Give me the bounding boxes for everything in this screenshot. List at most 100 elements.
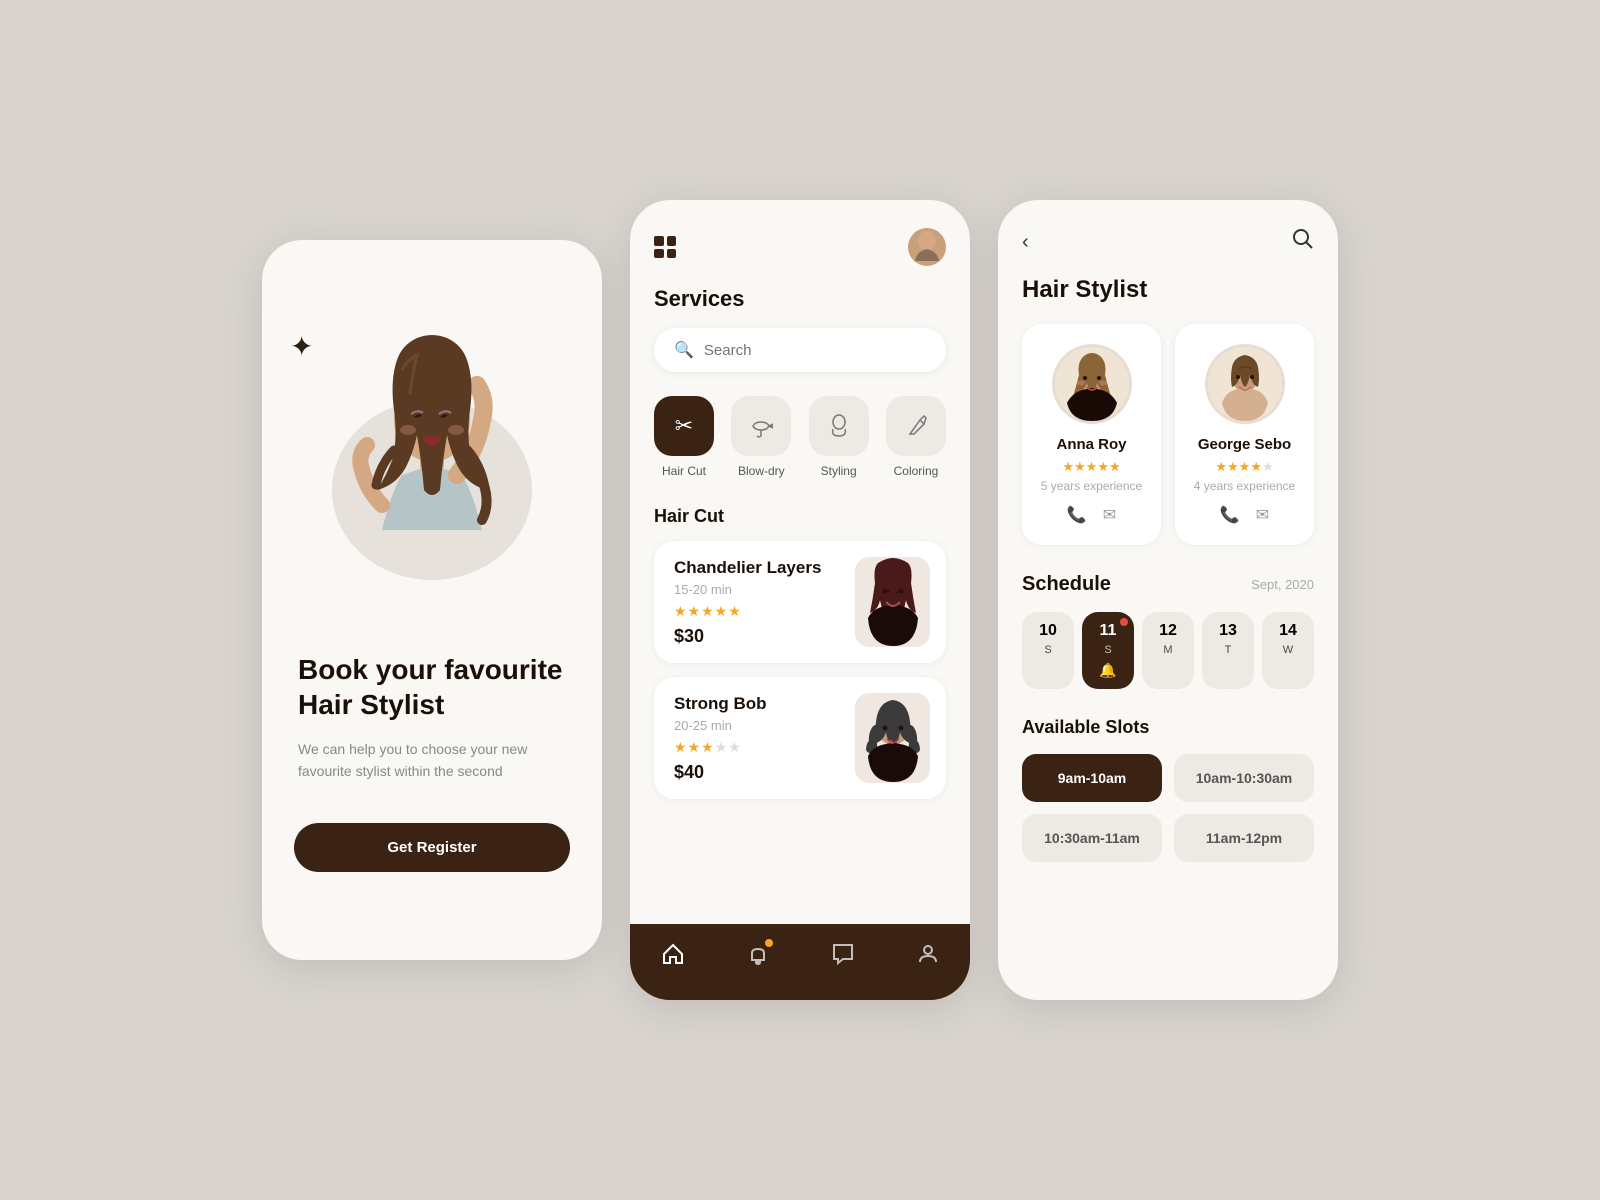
slots-grid: 9am-10am 10am-10:30am 10:30am-11am 11am-… [1022, 754, 1314, 862]
haircut-card-strongbob[interactable]: Strong Bob 20-25 min ★★★★★ $40 [654, 677, 946, 799]
date-num-14: 14 [1268, 622, 1308, 640]
date-num-10: 10 [1028, 622, 1068, 640]
date-day-12: M [1163, 644, 1172, 656]
stylist-name-anna: Anna Roy [1036, 436, 1147, 453]
strongbob-avatar-svg [858, 694, 928, 782]
date-day-10: S [1044, 644, 1051, 656]
screens-container: ✦ [262, 200, 1338, 1000]
date-10[interactable]: 10 S [1022, 612, 1074, 689]
stylist-cards-container: Anna Roy ★★★★★ 5 years experience 📞 ✉ [1022, 324, 1314, 545]
search-input[interactable] [704, 342, 926, 359]
haircut-avatar-chandelier [855, 557, 930, 647]
hair-stylist-title: Hair Stylist [1022, 276, 1314, 304]
stylist-contacts-anna: 📞 ✉ [1036, 505, 1147, 525]
stylist-exp-george: 4 years experience [1189, 479, 1300, 493]
category-styling[interactable]: Styling [809, 396, 869, 478]
coloring-svg-icon [902, 412, 930, 440]
screen3-header: ‹ [1022, 228, 1314, 256]
haircut-icon-box: ✂ [654, 396, 714, 456]
stylist-avatar-george [1205, 344, 1285, 424]
screen1-subtitle: We can help you to choose your new favou… [298, 738, 566, 783]
screen1-title: Book your favourite Hair Stylist [298, 652, 566, 722]
phone-icon[interactable]: 📞 [1067, 505, 1087, 525]
stylist-card-george[interactable]: George Sebo ★★★★★ 4 years experience 📞 ✉ [1175, 324, 1314, 545]
category-coloring[interactable]: Coloring [886, 396, 946, 478]
date-num-12: 12 [1148, 622, 1188, 640]
screen2-services: Services 🔍 ✂ Hair Cut [630, 200, 970, 1000]
date-13[interactable]: 13 T [1202, 612, 1254, 689]
date-12[interactable]: 12 M [1142, 612, 1194, 689]
george-avatar-svg [1208, 347, 1282, 421]
search-bar[interactable]: 🔍 [654, 328, 946, 372]
search-button[interactable] [1292, 228, 1314, 256]
phone-icon-george[interactable]: 📞 [1220, 505, 1240, 525]
stylist-card-anna[interactable]: Anna Roy ★★★★★ 5 years experience 📞 ✉ [1022, 324, 1161, 545]
schedule-header: Schedule Sept, 2020 [1022, 573, 1314, 596]
slot-10am[interactable]: 10am-10:30am [1174, 754, 1314, 802]
screen1-onboarding: ✦ [262, 240, 602, 960]
bell-notification-dot [765, 939, 773, 947]
haircut-info-chandelier: Chandelier Layers 15-20 min ★★★★★ $30 [674, 558, 821, 647]
haircut-stars-chandelier: ★★★★★ [674, 603, 821, 620]
haircut-card-chandelier[interactable]: Chandelier Layers 15-20 min ★★★★★ $30 [654, 541, 946, 663]
haircut-name-strongbob: Strong Bob [674, 694, 767, 714]
stylist-stars-anna: ★★★★★ [1036, 459, 1147, 475]
stylist-exp-anna: 5 years experience [1036, 479, 1147, 493]
email-icon[interactable]: ✉ [1103, 505, 1116, 525]
haircut-info-strongbob: Strong Bob 20-25 min ★★★★★ $40 [674, 694, 767, 783]
service-categories: ✂ Hair Cut Blow-dry [654, 396, 946, 478]
back-button[interactable]: ‹ [1022, 231, 1029, 254]
slot-11am[interactable]: 11am-12pm [1174, 814, 1314, 862]
coloring-label: Coloring [894, 464, 939, 478]
user-avatar[interactable] [908, 228, 946, 266]
styling-svg-icon [825, 412, 853, 440]
active-date-dot [1120, 618, 1128, 626]
category-blowdry[interactable]: Blow-dry [731, 396, 791, 478]
screen1-text-block: Book your favourite Hair Stylist We can … [294, 652, 570, 823]
date-day-13: T [1225, 644, 1232, 656]
bottom-nav [630, 924, 970, 1000]
blowdry-icon-box [731, 396, 791, 456]
search-icon: 🔍 [674, 340, 694, 360]
email-icon-george[interactable]: ✉ [1256, 505, 1269, 525]
chandelier-avatar-svg [858, 558, 928, 646]
date-day-11: S [1104, 644, 1111, 656]
haircut-section-title: Hair Cut [654, 506, 946, 527]
haircut-name-chandelier: Chandelier Layers [674, 558, 821, 578]
nav-home-icon[interactable] [661, 942, 685, 972]
nav-profile-icon[interactable] [916, 942, 940, 972]
date-row: 10 S 11 S 🔔 12 M 13 T 14 W [1022, 612, 1314, 689]
date-day-14: W [1283, 644, 1293, 656]
schedule-month: Sept, 2020 [1251, 577, 1314, 592]
screen3-stylist: ‹ Hair Stylist [998, 200, 1338, 1000]
styling-label: Styling [821, 464, 857, 478]
schedule-title: Schedule [1022, 573, 1111, 596]
user-avatar-svg [911, 229, 943, 265]
woman-illustration-area [294, 280, 570, 620]
date-14[interactable]: 14 W [1262, 612, 1314, 689]
blowdry-svg-icon [747, 412, 775, 440]
haircut-duration-chandelier: 15-20 min [674, 582, 821, 597]
get-register-button[interactable]: Get Register [294, 823, 570, 872]
slot-9am[interactable]: 9am-10am [1022, 754, 1162, 802]
services-title: Services [654, 286, 946, 312]
date-bell-icon: 🔔 [1088, 662, 1128, 679]
stylist-stars-george: ★★★★★ [1189, 459, 1300, 475]
stylist-avatar-anna [1052, 344, 1132, 424]
screen2-header [654, 228, 946, 266]
screen2-body: Services 🔍 ✂ Hair Cut [630, 200, 970, 924]
grid-menu-icon[interactable] [654, 236, 676, 258]
date-num-13: 13 [1208, 622, 1248, 640]
woman-illustration [302, 290, 562, 610]
search-icon [1292, 228, 1314, 250]
coloring-icon-box [886, 396, 946, 456]
slots-title: Available Slots [1022, 717, 1314, 738]
category-haircut[interactable]: ✂ Hair Cut [654, 396, 714, 478]
nav-bell-icon[interactable] [746, 942, 770, 972]
date-11[interactable]: 11 S 🔔 [1082, 612, 1134, 689]
nav-chat-icon[interactable] [831, 942, 855, 972]
stylist-contacts-george: 📞 ✉ [1189, 505, 1300, 525]
styling-icon-box [809, 396, 869, 456]
slot-1030am[interactable]: 10:30am-11am [1022, 814, 1162, 862]
anna-avatar-svg [1055, 347, 1129, 421]
